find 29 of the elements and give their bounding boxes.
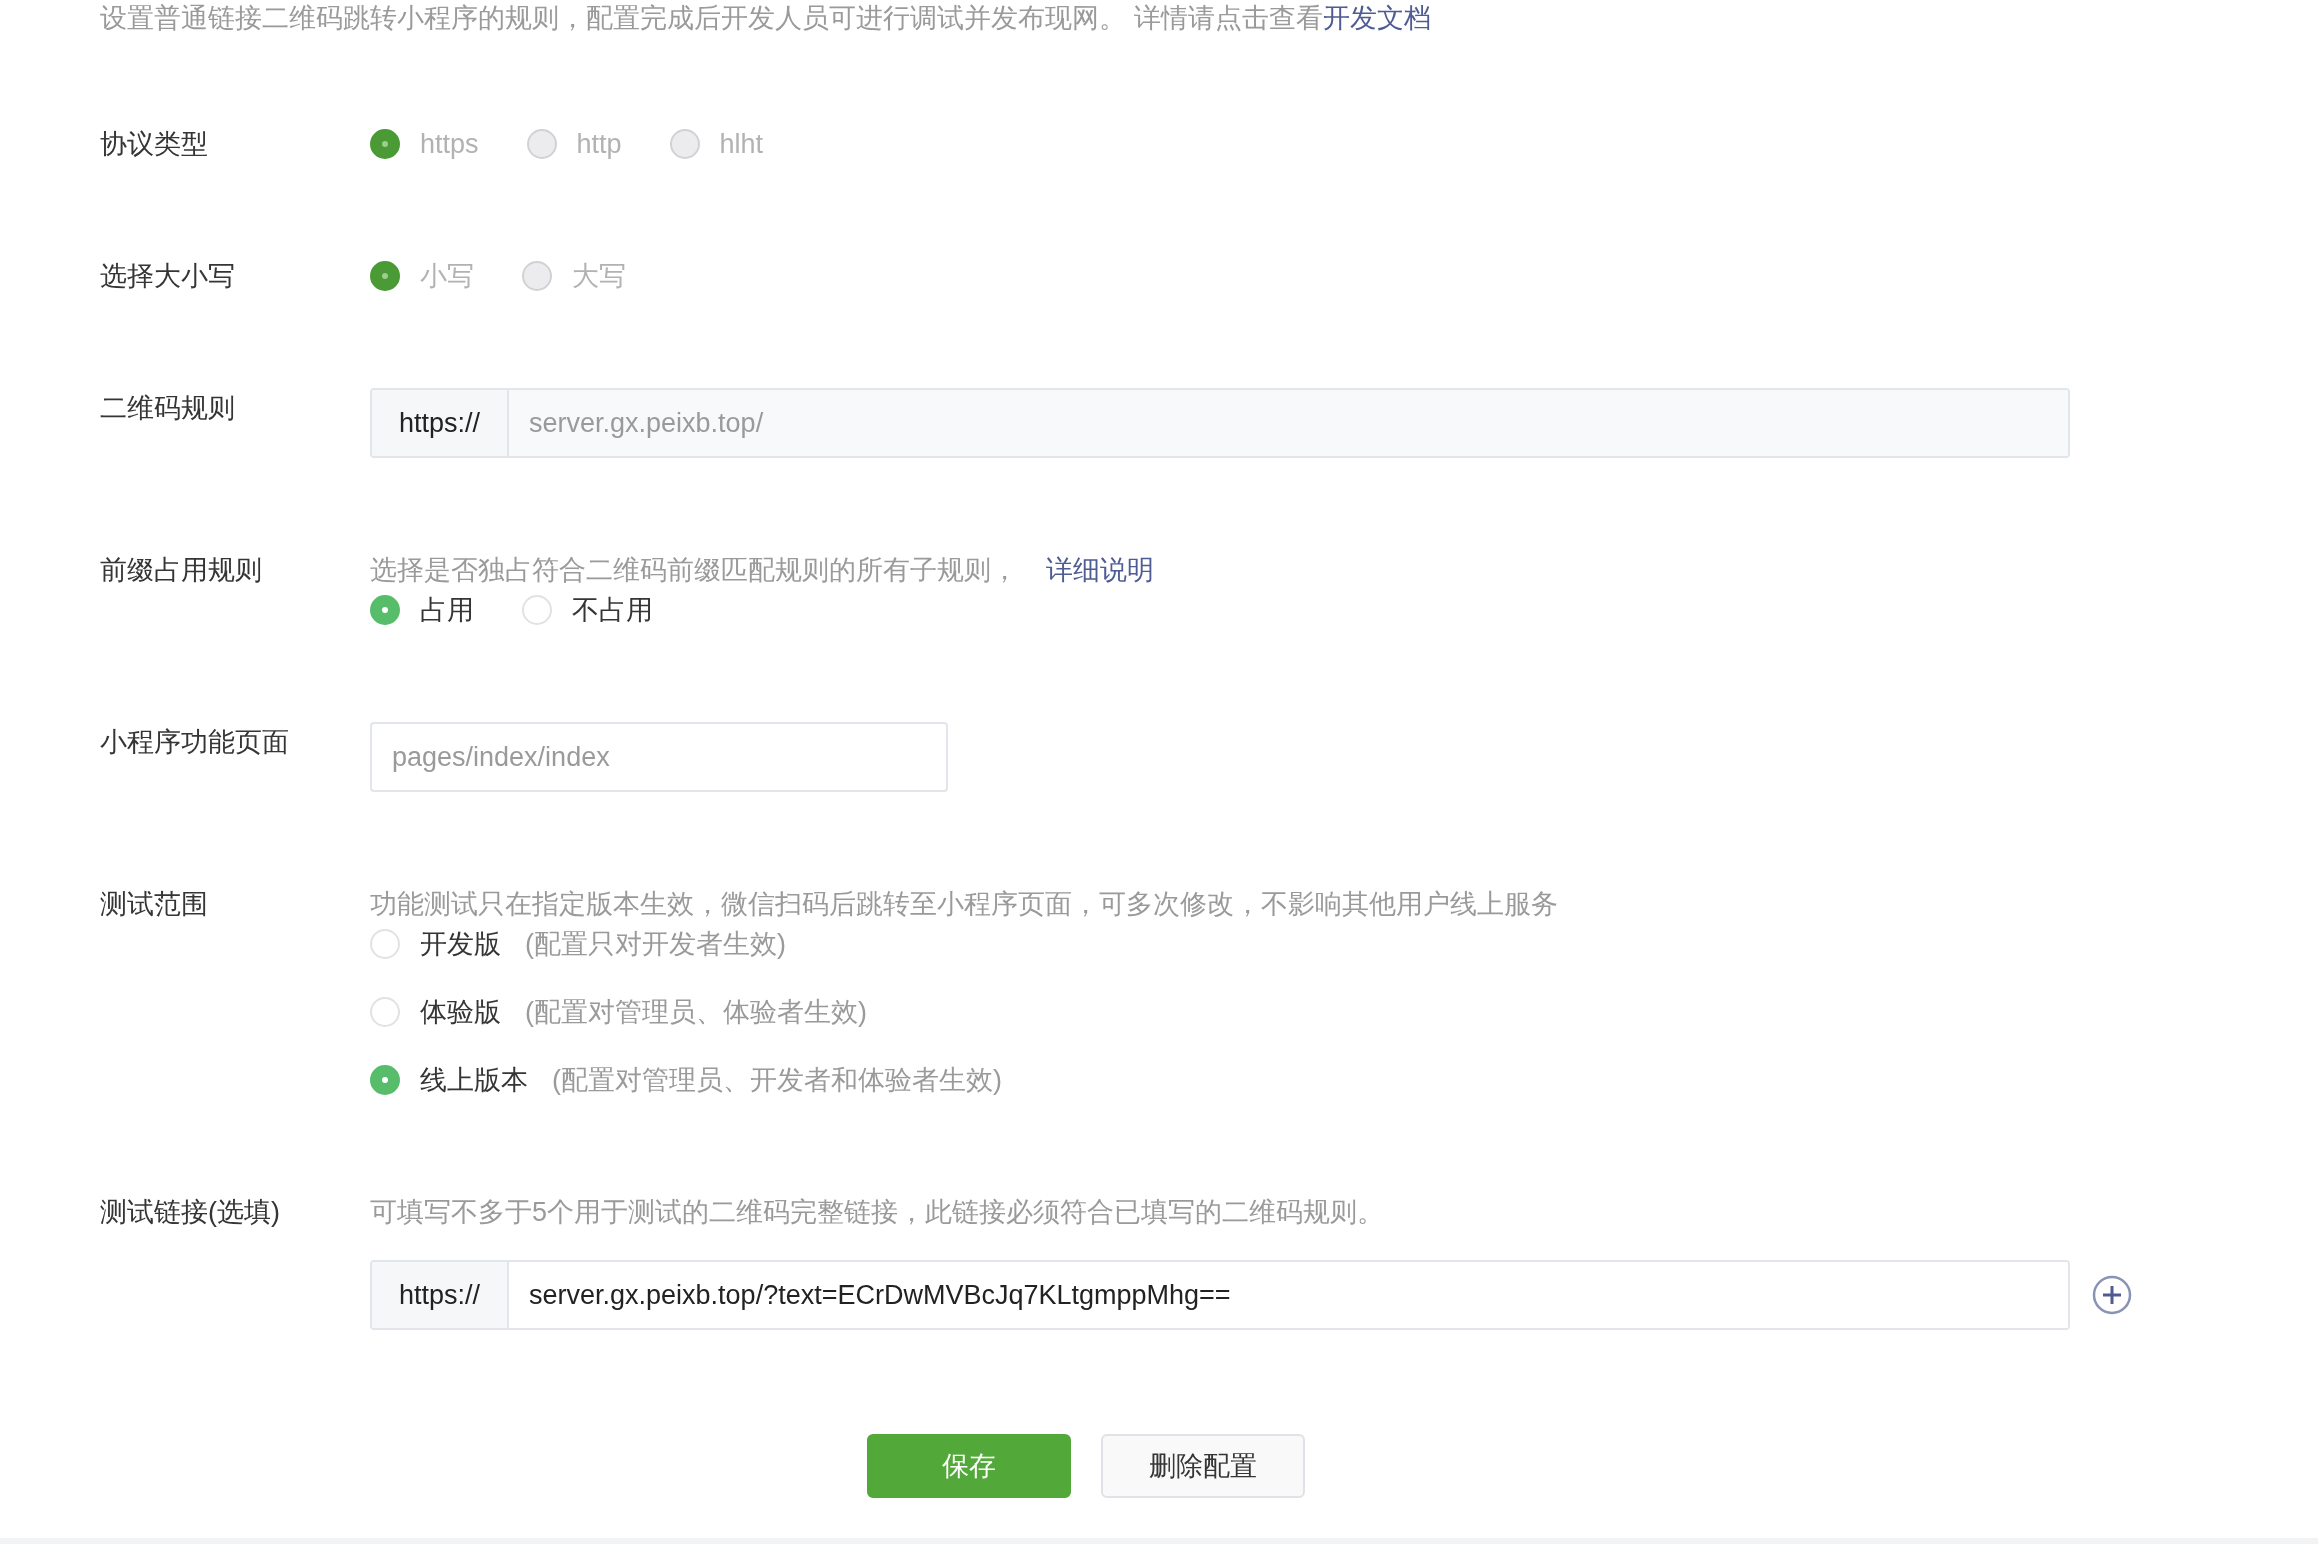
field-label: 小程序功能页面 bbox=[100, 726, 290, 759]
field-label: 协议类型 bbox=[100, 128, 209, 161]
radio-button[interactable] bbox=[370, 595, 400, 625]
url-prefix: https:// bbox=[372, 390, 509, 456]
intro-text: 设置普通链接二维码跳转小程序的规则，配置完成后开发人员可进行调试并发布现网。 详情请点击查看 bbox=[100, 3, 1323, 33]
field-label: 二维码规则 bbox=[100, 392, 236, 425]
url-prefix: https:// bbox=[372, 1262, 509, 1328]
radio-button[interactable] bbox=[370, 1065, 400, 1095]
docs-link[interactable]: 开发文档 bbox=[1322, 3, 1431, 33]
details-link[interactable]: 详细说明 bbox=[1046, 550, 1154, 590]
radio-option[interactable]: 体验版 bbox=[370, 992, 501, 1032]
field-label: 选择大小写 bbox=[100, 260, 236, 293]
field-label: 测试范围 bbox=[100, 888, 209, 921]
url-input-field[interactable]: https:// server.gx.peixb.top/?text=ECrDwMVBcJq7KLtgmppMhg== bbox=[370, 1260, 2070, 1330]
field-description: 功能测试只在指定版本生效，微信扫码后跳转至小程序页面，可多次修改，不影响其他用户线上服务 bbox=[370, 888, 1558, 921]
radio-option[interactable]: 线上版本 bbox=[370, 1060, 528, 1100]
radio-option[interactable]: 占用 bbox=[370, 590, 474, 630]
field-label: 测试链接(选填) bbox=[100, 1196, 281, 1229]
field-label: 前缀占用规则 bbox=[100, 554, 263, 587]
option-note: (配置只对开发者生效) bbox=[525, 928, 786, 961]
option-note: (配置对管理员、体验者生效) bbox=[525, 996, 867, 1029]
radio-option[interactable]: 开发版 bbox=[370, 924, 501, 964]
field-description: 可填写不多于5个用于测试的二维码完整链接，此链接必须符合已填写的二维码规则。 bbox=[370, 1196, 1385, 1229]
delete-button[interactable]: 删除配置 bbox=[1101, 1434, 1305, 1498]
page-path-field[interactable]: pages/index/index bbox=[370, 722, 948, 792]
add-icon[interactable] bbox=[2092, 1275, 2132, 1315]
radio-option[interactable]: 不占用 bbox=[522, 590, 653, 630]
option-note: (配置对管理员、开发者和体验者生效) bbox=[552, 1064, 1002, 1097]
field-description: 选择是否独占符合二维码前缀匹配规则的所有子规则， bbox=[370, 554, 1018, 587]
